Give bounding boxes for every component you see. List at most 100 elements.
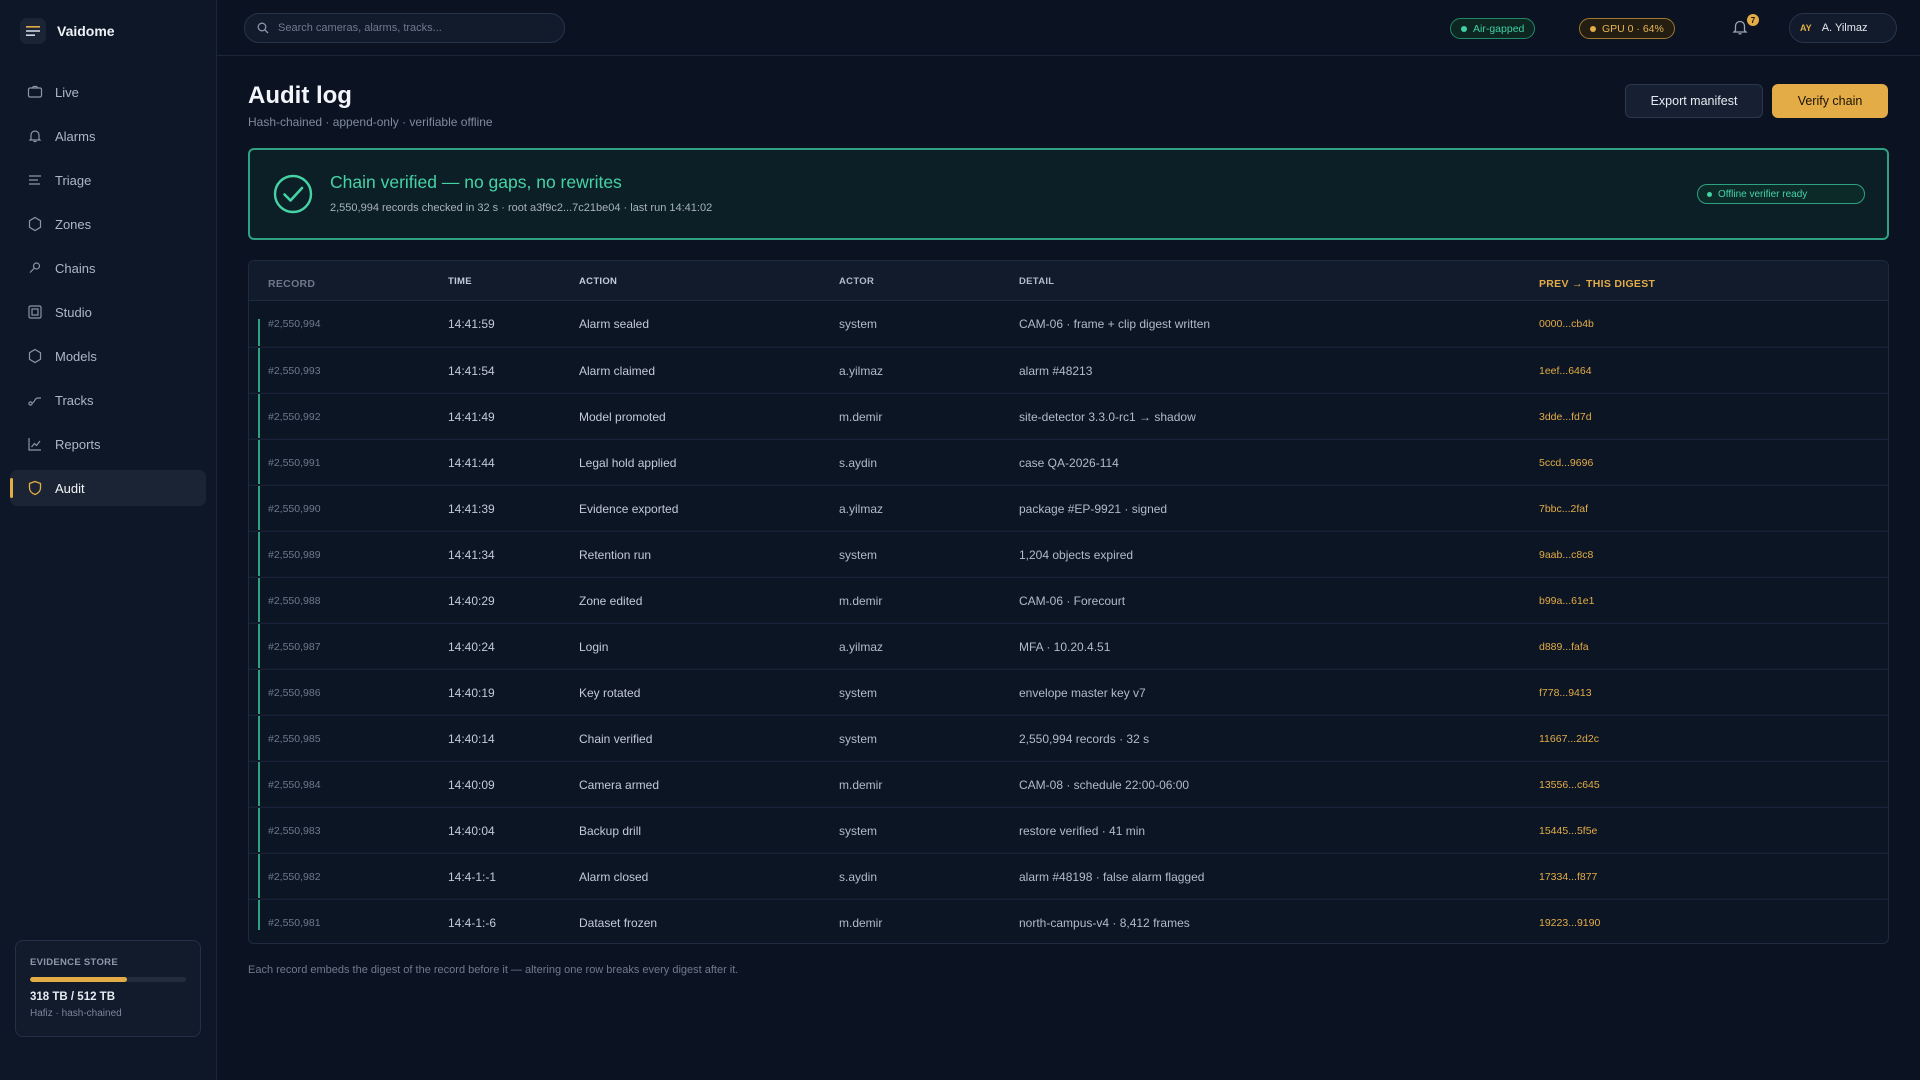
- digest-cell: 0000...cb4b: [1539, 318, 1594, 330]
- actor-cell: m.demir: [839, 916, 883, 930]
- sidebar-item-live[interactable]: Live: [10, 74, 206, 110]
- table-row[interactable]: #2,550,986 14:40:19 Key rotated system envel…: [249, 669, 1888, 715]
- list-icon: [27, 172, 43, 188]
- sidebar-item-label: Chains: [55, 260, 96, 276]
- table-row[interactable]: #2,550,983 14:40:04 Backup drill system rest…: [249, 807, 1888, 853]
- table-row[interactable]: #2,550,994 14:41:59 Alarm sealed system CAM-…: [249, 301, 1888, 347]
- air-gapped-label: Air-gapped: [1473, 22, 1525, 35]
- digest-cell: 13556...c645: [1539, 779, 1600, 791]
- evidence-store-progress: [30, 977, 186, 982]
- column-header-action[interactable]: ACTION: [579, 276, 617, 287]
- action-cell: Alarm closed: [579, 870, 649, 884]
- evidence-store-card: EVIDENCE STORE 318 TB / 512 TB Hafiz · h…: [15, 940, 201, 1037]
- table-header: RECORD TIME ACTION ACTOR DETAIL PREV → T…: [249, 261, 1888, 301]
- digest-cell: 17334...f877: [1539, 871, 1598, 883]
- actor-cell: a.yilmaz: [839, 502, 884, 516]
- digest-cell: 1eef...6464: [1539, 365, 1592, 377]
- column-header-record[interactable]: RECORD: [268, 278, 315, 290]
- detail-cell: case QA-2026-114: [1019, 456, 1119, 470]
- table-row[interactable]: #2,550,988 14:40:29 Zone edited m.demir CAM-…: [249, 577, 1888, 623]
- record-cell: #2,550,992: [268, 411, 321, 423]
- digest-cell: 7bbc...2faf: [1539, 503, 1589, 515]
- actor-cell: s.aydin: [839, 870, 878, 884]
- column-header-digest[interactable]: PREV → THIS DIGEST: [1539, 278, 1655, 290]
- banner-subtitle: 2,550,994 records checked in 32 s · root…: [330, 202, 713, 214]
- detail-cell: alarm #48198 · false alarm flagged: [1019, 870, 1205, 884]
- digest-cell: 11667...2d2c: [1539, 733, 1599, 745]
- action-cell: Login: [579, 640, 609, 654]
- detail-cell: site-detector 3.3.0-rc1 → shadow: [1019, 410, 1196, 424]
- page-subtitle: Hash-chained · append-only · verifiable …: [248, 115, 493, 129]
- actor-cell: system: [839, 548, 878, 562]
- table-row[interactable]: #2,550,987 14:40:24 Login a.yilmaz MFA · 10.…: [249, 623, 1888, 669]
- sidebar-item-triage[interactable]: Triage: [10, 162, 206, 198]
- offline-verifier-badge: Offline verifier ready: [1697, 184, 1865, 204]
- table-row[interactable]: #2,550,984 14:40:09 Camera armed m.demir CAM…: [249, 761, 1888, 807]
- detail-cell: 2,550,994 records · 32 s: [1019, 732, 1150, 746]
- detail-cell: package #EP-9921 · signed: [1019, 502, 1168, 516]
- evidence-store-title: EVIDENCE STORE: [30, 957, 118, 968]
- table-row[interactable]: #2,550,990 14:41:39 Evidence exported a.yil…: [249, 485, 1888, 531]
- record-cell: #2,550,982: [268, 871, 321, 883]
- user-menu[interactable]: AY A. Yilmaz: [1789, 13, 1897, 43]
- actor-cell: system: [839, 824, 878, 838]
- detail-cell: north-campus-v4 · 8,412 frames: [1019, 916, 1190, 930]
- action-cell: Model promoted: [579, 410, 666, 424]
- table-row[interactable]: #2,550,993 14:41:54 Alarm claimed a.yilmaz a…: [249, 347, 1888, 393]
- time-cell: 14:40:19: [448, 686, 495, 700]
- digest-cell: b99a...61e1: [1539, 595, 1595, 607]
- sidebar-item-zones[interactable]: Zones: [10, 206, 206, 242]
- search-input[interactable]: [278, 22, 548, 34]
- search-box[interactable]: [244, 13, 565, 43]
- action-cell: Zone edited: [579, 594, 643, 608]
- actor-cell: system: [839, 732, 878, 746]
- table-row[interactable]: #2,550,981 14:4-1:-6 Dataset frozen m.demir…: [249, 899, 1888, 943]
- digest-cell: 3dde...fd7d: [1539, 411, 1592, 423]
- time-cell: 14:40:24: [448, 640, 495, 654]
- gpu-label: GPU 0 · 64%: [1602, 22, 1664, 35]
- actor-cell: s.aydin: [839, 456, 878, 470]
- sidebar-item-models[interactable]: Models: [10, 338, 206, 374]
- table-row[interactable]: #2,550,985 14:40:14 Chain verified system 2,…: [249, 715, 1888, 761]
- sidebar-item-tracks[interactable]: Tracks: [10, 382, 206, 418]
- time-cell: 14:41:49: [448, 410, 495, 424]
- action-cell: Alarm claimed: [579, 364, 656, 378]
- sidebar-item-label: Live: [55, 84, 79, 100]
- column-header-time[interactable]: TIME: [448, 276, 472, 287]
- verify-chain-button[interactable]: Verify chain: [1772, 84, 1888, 118]
- export-manifest-button[interactable]: Export manifest: [1625, 84, 1763, 118]
- evidence-store-progress-fill: [30, 977, 127, 982]
- app-name: Vaidome: [57, 23, 115, 39]
- table-row[interactable]: #2,550,992 14:41:49 Model promoted m.demir s…: [249, 393, 1888, 439]
- digest-cell: f778...9413: [1539, 687, 1592, 699]
- sidebar-item-reports[interactable]: Reports: [10, 426, 206, 462]
- sidebar-item-label: Triage: [55, 172, 92, 188]
- column-header-actor[interactable]: ACTOR: [839, 276, 874, 287]
- detail-cell: CAM-06 · frame + clip digest written: [1019, 317, 1211, 331]
- detail-cell: alarm #48213: [1019, 364, 1093, 378]
- column-header-detail[interactable]: DETAIL: [1019, 276, 1054, 287]
- camera-icon: [27, 84, 43, 100]
- sidebar-item-label: Alarms: [55, 128, 96, 144]
- table-row[interactable]: #2,550,989 14:41:34 Retention run system 1,2…: [249, 531, 1888, 577]
- action-cell: Camera armed: [579, 778, 660, 792]
- digest-cell: 9aab...c8c8: [1539, 549, 1594, 561]
- sidebar-item-audit[interactable]: Audit: [10, 470, 206, 506]
- table-row[interactable]: #2,550,982 14:4-1:-1 Alarm closed s.aydin al…: [249, 853, 1888, 899]
- sidebar-item-alarms[interactable]: Alarms: [10, 118, 206, 154]
- chart-icon: [27, 436, 43, 452]
- action-cell: Retention run: [579, 548, 652, 562]
- menu-toggle-button[interactable]: [20, 18, 46, 44]
- sidebar-item-label: Zones: [55, 216, 92, 232]
- audit-table: RECORD TIME ACTION ACTOR DETAIL PREV → T…: [248, 260, 1889, 944]
- sidebar-item-studio[interactable]: Studio: [10, 294, 206, 330]
- record-cell: #2,550,984: [268, 779, 321, 791]
- record-cell: #2,550,985: [268, 733, 321, 745]
- link-icon: [27, 260, 43, 276]
- table-row[interactable]: #2,550,991 14:41:44 Legal hold applied s.ay…: [249, 439, 1888, 485]
- sidebar-item-chains[interactable]: Chains: [10, 250, 206, 286]
- record-cell: #2,550,991: [268, 457, 321, 469]
- brand: Vaidome: [0, 0, 216, 62]
- action-cell: Chain verified: [579, 732, 653, 746]
- action-cell: Key rotated: [579, 686, 641, 700]
